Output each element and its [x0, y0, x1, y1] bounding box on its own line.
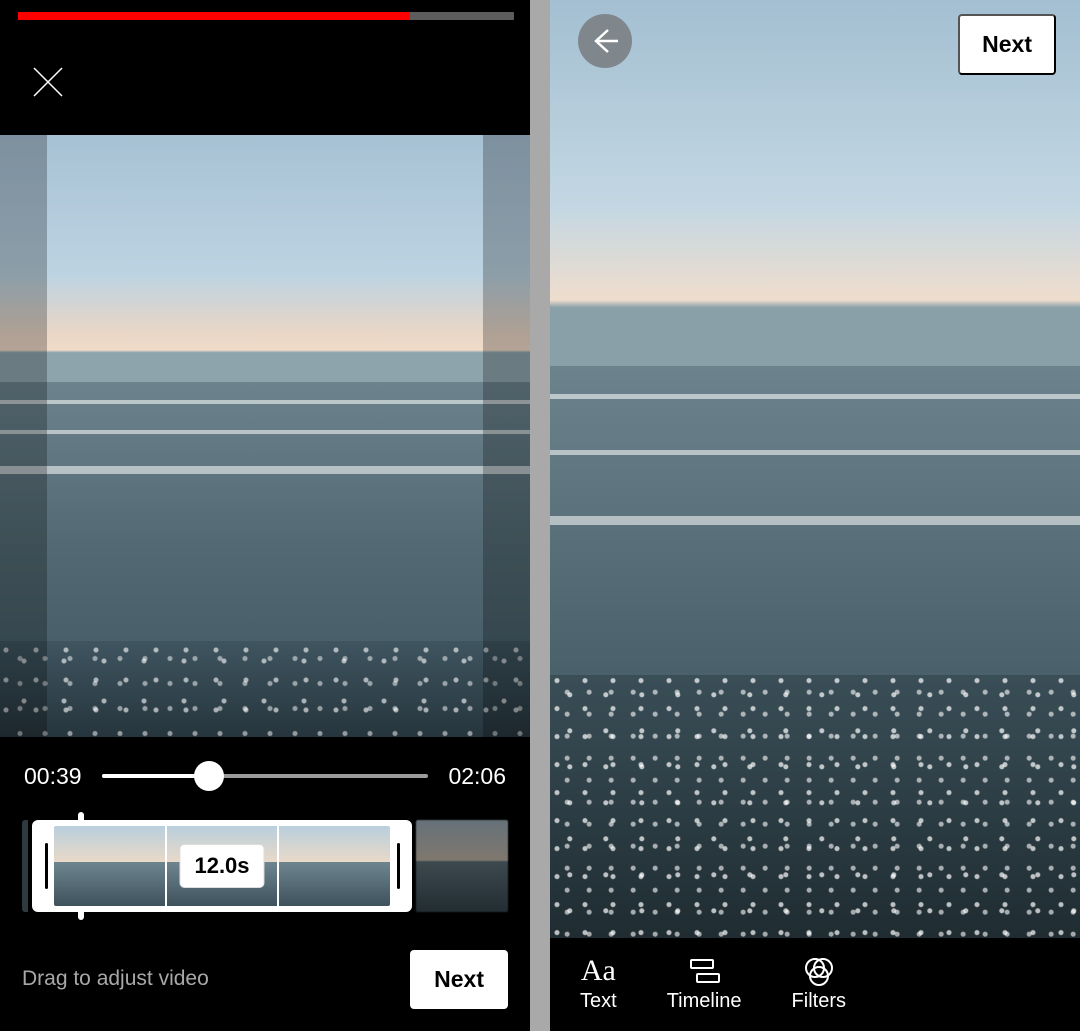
trim-handle-right[interactable]: [390, 826, 406, 906]
crop-mask-right: [483, 135, 530, 737]
tool-filters[interactable]: Filters: [792, 956, 846, 1013]
trimmer-screen: 00:39 02:06 12.0s Drag to adjust video N…: [0, 0, 530, 1031]
trim-window[interactable]: 12.0s: [32, 820, 412, 912]
filmstrip-outside-right: [416, 820, 508, 912]
timeline-icon: [687, 956, 721, 986]
filmstrip-thumbnail: [416, 820, 508, 912]
video-preview[interactable]: [0, 135, 530, 737]
tool-text[interactable]: Aa Text: [580, 956, 617, 1013]
next-button[interactable]: Next: [410, 950, 508, 1009]
crop-mask-left: [0, 135, 47, 737]
close-icon[interactable]: [28, 62, 68, 102]
filters-icon: [802, 956, 836, 986]
total-time: 02:06: [448, 763, 506, 790]
screens-gutter: [530, 0, 550, 1031]
back-button[interactable]: [578, 14, 632, 68]
tool-label: Text: [580, 990, 617, 1013]
tool-timeline[interactable]: Timeline: [667, 956, 742, 1013]
editor-preview[interactable]: [550, 0, 1080, 938]
trimmer-bottom-row: Drag to adjust video Next: [22, 947, 508, 1011]
scrubber-track[interactable]: [102, 774, 429, 778]
current-time: 00:39: [24, 763, 82, 790]
trim-duration-badge: 12.0s: [180, 845, 263, 887]
scrubber-fill: [102, 774, 210, 778]
text-icon: Aa: [581, 956, 616, 986]
tool-label: Filters: [792, 990, 846, 1013]
drag-hint: Drag to adjust video: [22, 967, 209, 991]
scrubber-row: 00:39 02:06: [0, 748, 530, 804]
editor-toolbar: Aa Text Timeline Filters: [550, 938, 1080, 1031]
trim-filmstrip[interactable]: 12.0s: [22, 820, 508, 912]
trim-thumbnail: [54, 826, 165, 906]
scrubber-thumb[interactable]: [194, 761, 224, 791]
tool-label: Timeline: [667, 990, 742, 1013]
arrow-left-icon: [590, 26, 620, 56]
editor-screen: Next Aa Text Timeline Filters: [550, 0, 1080, 1031]
trim-thumbnail: [279, 826, 390, 906]
upload-progress-bar: [18, 12, 514, 20]
upload-progress-fill: [18, 12, 410, 20]
next-button[interactable]: Next: [958, 14, 1056, 75]
trimmer-topbar: [0, 42, 530, 122]
trim-handle-left[interactable]: [38, 826, 54, 906]
